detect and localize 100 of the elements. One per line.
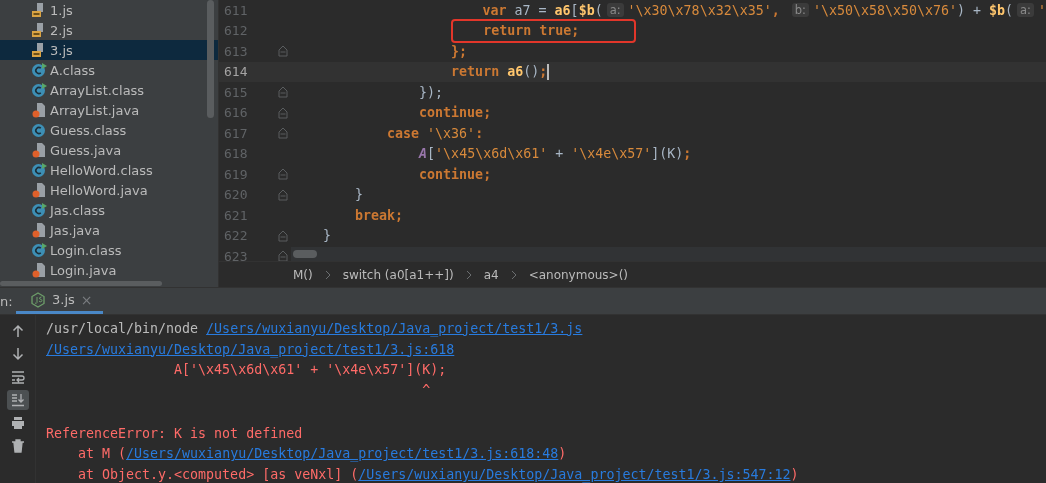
code-text: ](K): [651, 146, 684, 162]
line-number: 613: [223, 43, 249, 59]
error-text: at Object.y.<computed> [as veNxl] (: [77, 466, 359, 482]
line-number: 623: [223, 248, 249, 261]
line-number: 615: [223, 84, 249, 100]
line-number: 622: [223, 228, 249, 244]
scrollbar-thumb[interactable]: [0, 281, 162, 286]
fold-icon[interactable]: [277, 188, 288, 201]
code-keyword: :: [475, 125, 484, 141]
file-link[interactable]: /Users/wuxianyu/Desktop/Java_project/test1/3.js: [206, 320, 583, 336]
line-number: 611: [223, 2, 249, 18]
file-item[interactable]: 2.js: [0, 20, 218, 40]
breadcrumb[interactable]: a4: [483, 267, 499, 282]
error-text: ): [558, 446, 567, 462]
file-item[interactable]: 1.js: [0, 0, 218, 20]
error-text: at M (: [77, 446, 127, 462]
code-text: }: [354, 187, 364, 203]
panel-label: n:: [0, 292, 14, 311]
code-keyword: break;: [354, 207, 404, 223]
code-text: (: [594, 2, 603, 18]
parameter-hint: a:: [1017, 3, 1034, 18]
code-text: (: [1005, 2, 1014, 18]
file-item[interactable]: ArrayList.class: [0, 80, 218, 100]
code-keyword: var: [481, 2, 507, 18]
scrollbar-thumb[interactable]: [293, 250, 317, 258]
code-text: (): [523, 64, 540, 80]
line-number: 617: [223, 125, 249, 141]
code-keyword: return: [450, 64, 501, 80]
fold-icon[interactable]: [277, 250, 288, 261]
runnable-class-icon: [31, 202, 47, 218]
error-text: ): [790, 466, 799, 482]
breadcrumb[interactable]: M(): [293, 267, 313, 282]
code-keyword: ;: [539, 64, 548, 80]
code-string: '\x30\x78\x32\x35': [627, 2, 772, 18]
scrollbar-thumb[interactable]: [207, 0, 214, 118]
line-number: 614: [223, 64, 249, 80]
code-text: +: [554, 146, 565, 162]
code-function: $b: [578, 2, 595, 18]
runnable-class-icon: [31, 162, 47, 178]
code-class: A: [417, 146, 428, 162]
scroll-to-end-icon[interactable]: [6, 390, 29, 410]
code-string: '\x4e\x57': [571, 146, 652, 162]
java-file-icon: [31, 102, 47, 118]
code-text: ) +: [957, 2, 983, 18]
fold-icon[interactable]: [277, 229, 288, 242]
code-string: '\x50\x58\x50\x76': [812, 2, 957, 18]
error-text: ^: [421, 382, 431, 398]
code-function: $b: [989, 2, 1006, 18]
line-number: 612: [223, 23, 249, 39]
file-link[interactable]: /Users/wuxianyu/Desktop/Java_project/test1/3.js:618: [46, 341, 455, 357]
breadcrumb[interactable]: switch (a0[a1++]): [342, 267, 454, 282]
file-item[interactable]: A.class: [0, 60, 218, 80]
runnable-class-icon: [31, 242, 47, 258]
text-caret: [547, 63, 550, 80]
java-file-icon: [31, 182, 47, 198]
runnable-class-icon: [31, 82, 47, 98]
line-number: 616: [223, 105, 249, 121]
file-item[interactable]: Jas.class: [0, 200, 218, 220]
fold-icon[interactable]: [277, 168, 288, 181]
file-link[interactable]: /Users/wuxianyu/Desktop/Java_project/test1/3.js:547:12: [358, 466, 791, 482]
code-string: '\x45\x6d\x61': [435, 146, 548, 162]
file-item[interactable]: Login.java: [0, 260, 218, 280]
file-link[interactable]: /Users/wuxianyu/Desktop/Java_project/test1/3.js:618:48: [126, 446, 559, 462]
fold-icon[interactable]: [277, 86, 288, 99]
code-text: a7 =: [513, 2, 548, 18]
file-item[interactable]: Login.class: [0, 240, 218, 260]
java-file-icon: [31, 222, 47, 238]
fold-icon[interactable]: [277, 127, 288, 140]
fold-icon[interactable]: [277, 45, 288, 58]
code-keyword: continue;: [418, 166, 492, 182]
error-text: A['\x45\x6d\x61' + '\x4e\x57'](K);: [173, 362, 447, 378]
console-text: /usr/local/bin/node: [46, 320, 200, 336]
code-keyword: ;: [683, 146, 692, 162]
file-item[interactable]: 3.js: [0, 40, 218, 60]
file-item[interactable]: HelloWord.class: [0, 160, 218, 180]
class-icon: [31, 122, 47, 138]
code-function: a6: [554, 2, 571, 18]
file-item[interactable]: HelloWord.java: [0, 180, 218, 200]
code-text: });: [418, 84, 444, 100]
code-keyword: case: [386, 125, 421, 141]
java-file-icon: [31, 142, 47, 158]
code-text: [: [427, 146, 436, 162]
code-function: a6: [507, 64, 524, 80]
error-text: ReferenceError: K is not defined: [46, 425, 303, 441]
code-keyword: continue;: [418, 105, 492, 121]
code-text: [: [570, 2, 579, 18]
line-number: 620: [223, 187, 249, 203]
file-item[interactable]: Jas.java: [0, 220, 218, 240]
code-keyword: ,: [771, 2, 781, 18]
line-number: 621: [223, 207, 249, 223]
runnable-class-icon: [31, 62, 47, 78]
line-number: 619: [223, 166, 249, 182]
file-item[interactable]: Guess.java: [0, 140, 218, 160]
file-item[interactable]: Guess.class: [0, 120, 218, 140]
file-item[interactable]: ArrayList.java: [0, 100, 218, 120]
code-keyword: };: [450, 43, 468, 59]
fold-icon[interactable]: [277, 106, 288, 119]
code-string: '\x36': [427, 125, 476, 141]
code-text: }: [322, 228, 332, 244]
breadcrumb[interactable]: <anonymous>(): [528, 267, 629, 282]
